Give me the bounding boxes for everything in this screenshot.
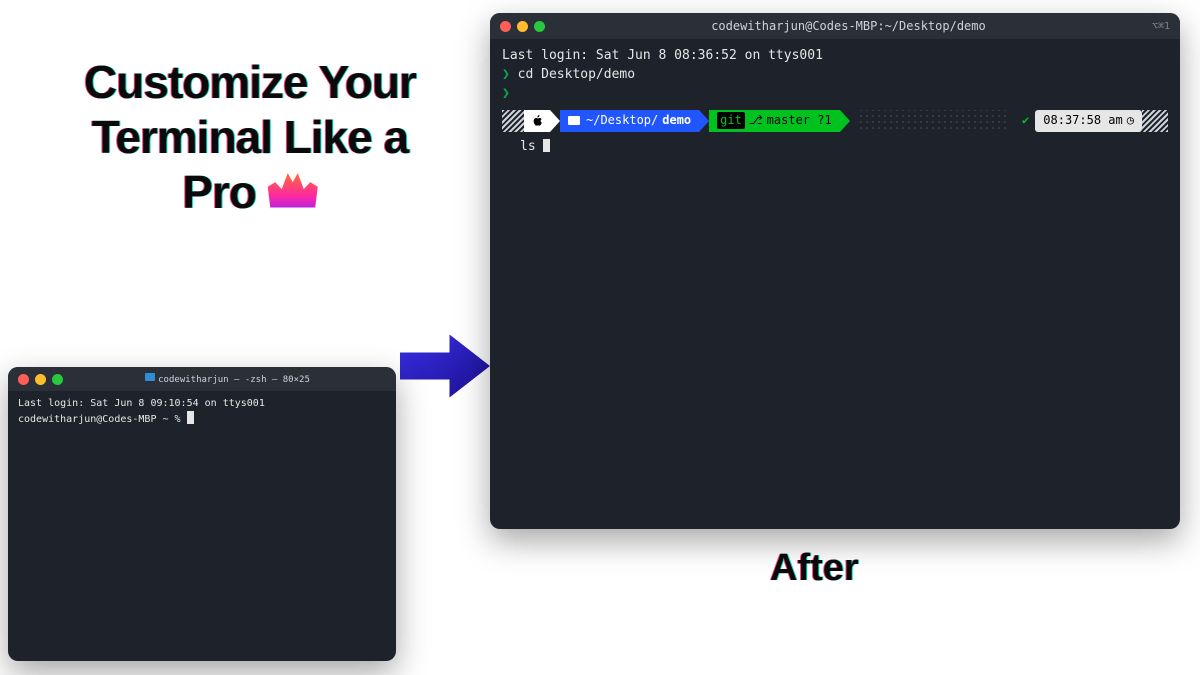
headline-line3: Pro [182,166,267,218]
checkmark-icon: ✔ [1016,112,1035,129]
powerline-separator-icon [699,110,709,132]
folder-icon [568,116,580,125]
before-terminal-body[interactable]: Last login: Sat Jun 8 09:10:54 on ttys00… [8,391,396,433]
maximize-icon[interactable] [52,374,63,385]
shell-prompt: codewitharjun@Codes-MBP ~ % [18,411,386,427]
folder-icon [145,373,155,381]
arrow-icon [400,330,490,400]
powerline-filler [858,110,1008,132]
maximize-icon[interactable] [534,21,545,32]
after-terminal-window: codewitharjun@Codes-MBP:~/Desktop/demo ⌥… [490,13,1180,529]
powerline-separator-icon [550,110,560,132]
powerline-separator-icon [840,110,850,132]
cursor-icon [543,139,550,152]
after-window-title: codewitharjun@Codes-MBP:~/Desktop/demo [551,19,1146,33]
after-titlebar: codewitharjun@Codes-MBP:~/Desktop/demo ⌥… [490,13,1180,39]
powerline-hatch-left [502,110,524,132]
close-icon[interactable] [500,21,511,32]
minimize-icon[interactable] [35,374,46,385]
headline-line2: Terminal Like a [92,111,409,163]
after-label: After [770,547,859,590]
git-segment: git ⎇ master ?1 [709,110,840,132]
close-icon[interactable] [18,374,29,385]
last-login-line: Last login: Sat Jun 8 09:10:54 on ttys00… [18,397,386,411]
prompt-arrow-line: ❯ [502,85,1168,104]
before-window-title: codewitharjun — -zsh — 80×25 [69,373,386,385]
prompt-arrow-icon: ❯ [502,86,510,101]
after-terminal-body[interactable]: Last login: Sat Jun 8 08:36:52 on ttys00… [490,39,1180,164]
crown-icon [268,168,318,214]
last-login-line: Last login: Sat Jun 8 08:36:52 on ttys00… [502,47,1168,66]
path-segment: ~/Desktop/demo [560,110,699,132]
apple-icon [524,110,550,132]
clock-icon: ◷ [1127,112,1134,129]
before-terminal-window: codewitharjun — -zsh — 80×25 Last login:… [8,367,396,661]
headline-text: Customize Your Terminal Like a Pro [25,55,475,221]
prompt-arrow-icon: ❯ [502,67,510,82]
cursor-icon [187,411,194,424]
branch-icon: ⎇ [749,112,763,129]
powerline-hatch-right [1142,110,1168,132]
command-line: ls [502,138,1168,157]
git-label: git [717,112,745,129]
headline-line1: Customize Your [84,56,416,108]
before-titlebar: codewitharjun — -zsh — 80×25 [8,367,396,391]
powerline-prompt: ~/Desktop/demo git ⎇ master ?1 ✔ 08:37:5… [502,110,1168,132]
time-segment: 08:37:58 am ◷ [1035,110,1142,132]
command-line: ❯ cd Desktop/demo [502,66,1168,85]
minimize-icon[interactable] [517,21,528,32]
keyboard-shortcut-badge: ⌥⌘1 [1152,21,1170,32]
